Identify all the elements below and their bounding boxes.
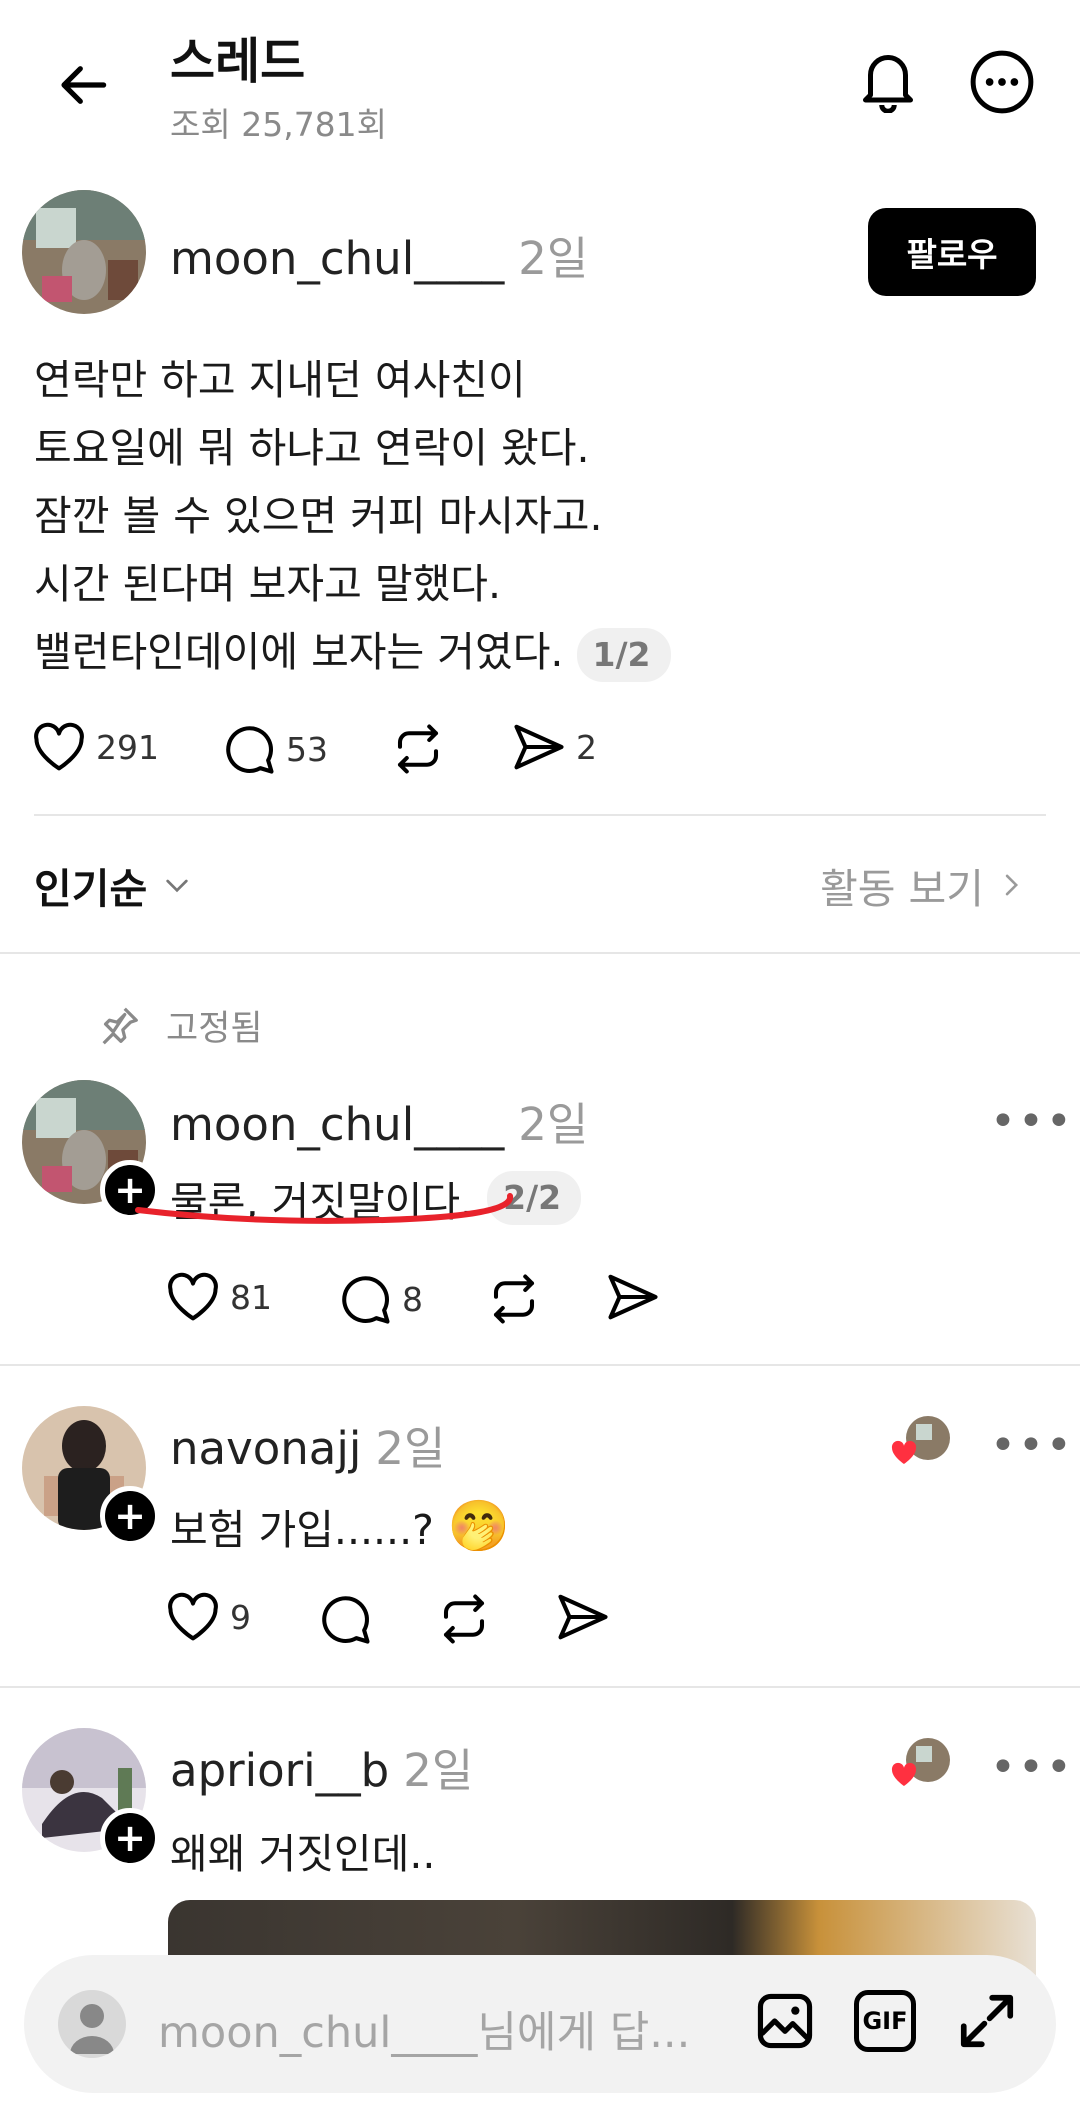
post-line: 연락만 하고 지내던 여사친이 [34, 356, 526, 404]
gif-button[interactable]: GIF [854, 1990, 916, 2052]
reply-more-button[interactable]: ••• [990, 1096, 1074, 1147]
sort-label: 인기순 [34, 865, 148, 913]
comment-icon [342, 1276, 390, 1324]
author-avatar[interactable] [22, 190, 146, 314]
image-attach-button[interactable] [752, 1988, 818, 2054]
post-time: 2일 [518, 232, 589, 285]
gif-label: GIF [862, 2007, 908, 2035]
reply-text: 보험 가입......? [170, 1506, 434, 1554]
more-circle-icon [970, 50, 1034, 114]
like-button[interactable]: 291 [32, 722, 159, 772]
divider [0, 952, 1080, 954]
chevron-down-icon [166, 879, 188, 893]
expand-icon [960, 1994, 1014, 2048]
red-underline-annotation [135, 1193, 513, 1224]
post-body: 연락만 하고 지내던 여사친이 토요일에 뭐 하냐고 연락이 왔다. 잠깐 볼 … [34, 346, 1034, 686]
post-line: 시간 된다며 보자고 말했다. [34, 560, 502, 608]
heart-icon [168, 1592, 218, 1641]
thread-page-indicator: 1/2 [576, 628, 671, 682]
post-line: 토요일에 뭐 하냐고 연락이 왔다. [34, 424, 590, 472]
like-count: 9 [230, 1597, 251, 1637]
pin-icon [102, 1007, 138, 1044]
view-activity-link[interactable]: 활동 보기 [820, 855, 1024, 915]
reply-input[interactable]: moon_chul____님에게 답... [158, 1998, 690, 2060]
like-button[interactable]: 81 [166, 1272, 272, 1322]
heart-icon [34, 722, 84, 771]
repost-icon [493, 1274, 535, 1324]
send-icon [514, 724, 564, 770]
like-count: 81 [230, 1277, 272, 1317]
more-options-button[interactable] [964, 44, 1040, 120]
share-count: 2 [576, 727, 597, 767]
reply-time: 2일 [403, 1744, 474, 1797]
comment-icon [226, 726, 274, 774]
author-username[interactable]: moon_chul____ [170, 232, 504, 285]
share-button[interactable] [556, 1592, 610, 1642]
follow-button[interactable]: 팔로우 [868, 208, 1036, 296]
comment-button[interactable]: 8 [338, 1272, 423, 1326]
user-avatar [58, 1990, 126, 2058]
view-count: 조회 25,781회 [170, 105, 388, 144]
reply-time: 2일 [375, 1422, 446, 1475]
send-icon [608, 1274, 658, 1320]
repost-button[interactable] [436, 1592, 492, 1646]
heart-icon [168, 1272, 218, 1321]
divider [34, 814, 1046, 816]
repost-icon [443, 1594, 485, 1644]
reply-username[interactable]: apriori__b [170, 1744, 389, 1797]
reply-username[interactable]: moon_chul____ [170, 1098, 504, 1151]
repost-button[interactable] [390, 722, 446, 776]
reply-username[interactable]: navonajj [170, 1422, 361, 1475]
comment-button[interactable] [318, 1592, 372, 1646]
post-line: 밸런타인데이에 보자는 거였다. [34, 628, 564, 676]
repost-button[interactable] [486, 1272, 542, 1326]
divider [0, 1686, 1080, 1688]
follow-plus-button[interactable]: + [100, 1808, 160, 1868]
notification-button[interactable] [852, 40, 924, 120]
author-liked-badge [890, 1736, 952, 1792]
arrow-left-icon [61, 66, 107, 104]
reply-more-button[interactable]: ••• [990, 1420, 1074, 1471]
chevron-right-icon [1005, 874, 1019, 896]
post-line: 잠깐 볼 수 있으면 커피 마시자고. [34, 492, 603, 540]
like-button[interactable]: 9 [166, 1592, 251, 1642]
author-liked-badge [890, 1414, 952, 1470]
comment-count: 8 [402, 1279, 423, 1319]
sort-dropdown[interactable]: 인기순 [34, 855, 193, 915]
comment-button[interactable]: 53 [222, 722, 328, 776]
reply-time: 2일 [518, 1098, 589, 1151]
reply-text: 왜왜 거짓인데.. [170, 1830, 436, 1878]
bell-icon [863, 55, 913, 113]
comment-count: 53 [286, 729, 328, 769]
activity-label: 활동 보기 [820, 865, 984, 913]
follow-plus-button[interactable]: + [100, 1486, 160, 1546]
share-button[interactable] [606, 1272, 660, 1322]
pinned-indicator: 고정됨 [96, 1000, 263, 1051]
share-button[interactable]: 2 [512, 722, 597, 772]
reply-more-button[interactable]: ••• [990, 1742, 1074, 1793]
send-icon [558, 1594, 608, 1640]
expand-button[interactable] [954, 1988, 1020, 2054]
back-button[interactable] [50, 50, 120, 120]
user-icon [70, 2004, 114, 2054]
image-icon [757, 1993, 813, 2049]
emoji: 🤭 [447, 1496, 511, 1555]
comment-icon [322, 1596, 370, 1644]
like-count: 291 [96, 727, 159, 767]
pinned-label: 고정됨 [166, 1009, 263, 1049]
divider [0, 1364, 1080, 1366]
page-title: 스레드 [170, 33, 306, 90]
repost-icon [397, 724, 439, 774]
